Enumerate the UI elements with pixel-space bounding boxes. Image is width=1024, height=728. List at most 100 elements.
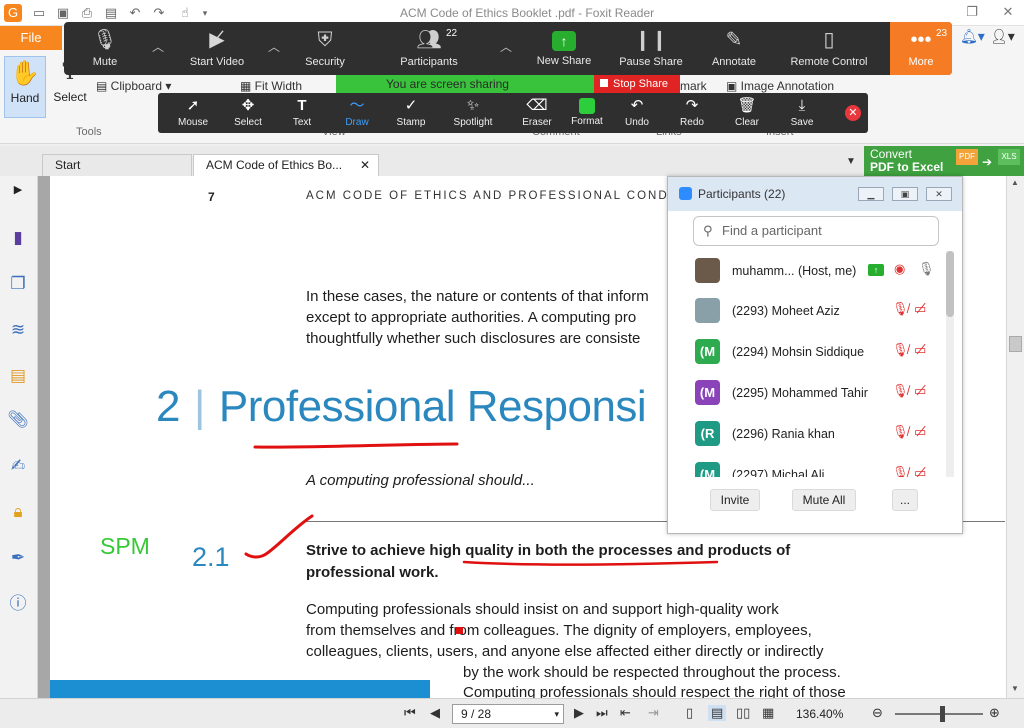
stop-square-icon: [600, 79, 608, 87]
restore-window-icon[interactable]: ❐: [962, 3, 982, 21]
annot-redo-button[interactable]: ↷ Redo: [665, 93, 719, 133]
redo-icon[interactable]: ↷: [150, 4, 168, 22]
participant-row[interactable]: muhamm... (Host, me) ↑ ◉ 🎙︎: [668, 251, 946, 291]
page-dropdown-chevron-icon[interactable]: ▾: [554, 705, 559, 723]
security-button[interactable]: ⛨ Security: [296, 22, 354, 75]
last-page-icon[interactable]: ⏭: [596, 705, 608, 721]
page-number-field[interactable]: 9 / 28 ▾: [452, 704, 564, 724]
security-lock-icon[interactable]: 🔒︎: [6, 500, 30, 524]
annot-text-button[interactable]: T Text: [275, 93, 329, 133]
scroll-thumb[interactable]: [1009, 336, 1022, 352]
zoom-slider-thumb[interactable]: [940, 706, 945, 722]
participants-chevron-icon[interactable]: ︿: [500, 38, 512, 55]
participant-row[interactable]: (M (2297) Michal Ali 🎙︎̸ ▭̸: [668, 455, 946, 477]
comments-panel-icon[interactable]: ▤: [6, 364, 30, 388]
pause-share-button[interactable]: ❙❙ Pause Share: [614, 22, 688, 75]
bell-icon[interactable]: 🔔︎▾: [960, 28, 985, 45]
annot-undo-label: Undo: [625, 117, 649, 128]
start-video-button[interactable]: ▶̸ Start Video: [182, 22, 252, 75]
annot-clear-button[interactable]: 🗑︎ Clear: [720, 93, 774, 133]
user-account-icon[interactable]: 👤︎▾: [990, 28, 1015, 45]
stop-share-button[interactable]: Stop Share: [594, 75, 680, 93]
annot-mouse-button[interactable]: ➚ Mouse: [166, 93, 220, 133]
tab-start[interactable]: Start: [42, 154, 192, 176]
continuous-page-icon[interactable]: ▤: [708, 705, 727, 721]
new-share-button[interactable]: ↑ New Share: [530, 22, 598, 75]
annot-stamp-button[interactable]: ✓ Stamp: [384, 93, 438, 133]
audio-options-chevron-icon[interactable]: ︿: [152, 38, 164, 55]
mute-button[interactable]: 🎙︎ Mute: [82, 22, 128, 75]
participant-row[interactable]: (M (2295) Mohammed Tahir 🎙︎̸ ▭̸: [668, 373, 946, 413]
annotate-button[interactable]: ✎ Annotate: [702, 22, 766, 75]
continuous-facing-icon[interactable]: ▦: [762, 705, 774, 721]
participant-row[interactable]: (2293) Moheet Aziz 🎙︎̸ ▭̸: [668, 291, 946, 331]
new-share-label: New Share: [536, 55, 592, 67]
participants-scrollbar[interactable]: [946, 251, 954, 477]
annot-eraser-button[interactable]: ⌫ Eraser: [510, 93, 564, 133]
video-options-chevron-icon[interactable]: ︿: [268, 38, 280, 55]
zoom-out-icon[interactable]: ⊖: [872, 705, 883, 721]
clipboard-button[interactable]: ▤ Clipboard ▾: [96, 79, 171, 93]
qa-menu-chevron-icon[interactable]: ▾: [196, 4, 214, 22]
bookmark-panel-icon[interactable]: ▮: [6, 226, 30, 250]
save-icon[interactable]: ▣: [54, 4, 72, 22]
convert-pdf-banner[interactable]: Convert PDF to Excel PDF ➔ XLS: [864, 146, 1024, 176]
tab-acm-document[interactable]: ACM Code of Ethics Bo... ✕: [193, 154, 379, 176]
layers-panel-icon[interactable]: ≋: [6, 318, 30, 342]
image-annotation-button[interactable]: ▣ Image Annotation: [726, 79, 834, 93]
vertical-scrollbar[interactable]: ▲ ▼: [1006, 176, 1024, 698]
close-annotation-icon[interactable]: ✕: [845, 105, 861, 121]
attachments-panel-icon[interactable]: 📎︎: [6, 408, 30, 432]
participant-search-input[interactable]: ⚲ Find a participant: [693, 216, 939, 246]
muted-mic-icon: 🎙︎̸: [892, 465, 909, 477]
undo-icon[interactable]: ↶: [126, 4, 144, 22]
tab-list-chevron-icon[interactable]: ▼: [846, 156, 856, 167]
more-options-button[interactable]: ...: [892, 489, 918, 511]
document-info-icon[interactable]: ⓘ: [6, 592, 30, 616]
close-panel-icon[interactable]: ✕: [926, 187, 952, 201]
mute-all-button[interactable]: Mute All: [792, 489, 856, 511]
signature-panel-icon[interactable]: ✍︎: [6, 454, 30, 478]
hand-dropdown-icon[interactable]: ☝: [176, 4, 194, 22]
zoom-in-icon[interactable]: ⊕: [989, 705, 1000, 721]
annot-draw-button[interactable]: 〜 Draw: [330, 93, 384, 133]
next-page-icon[interactable]: ▶: [574, 705, 584, 721]
annot-spotlight-button[interactable]: ✨︎ Spotlight: [446, 93, 500, 133]
close-tab-icon[interactable]: ✕: [360, 155, 370, 176]
annot-format-button[interactable]: Format: [560, 93, 614, 133]
microphone-icon[interactable]: 🎙︎: [918, 261, 935, 277]
participant-row[interactable]: (R (2296) Rania khan 🎙︎̸ ▭̸: [668, 414, 946, 454]
annot-select-button[interactable]: ✥ Select: [221, 93, 275, 133]
squiggle-icon: 〜: [349, 97, 365, 114]
invite-button[interactable]: Invite: [710, 489, 760, 511]
close-window-icon[interactable]: ✕: [998, 3, 1018, 21]
annot-save-button[interactable]: ⤓ Save: [775, 93, 829, 133]
previous-page-icon[interactable]: ◀: [430, 705, 440, 721]
participants-scroll-thumb[interactable]: [946, 251, 954, 317]
certificate-icon[interactable]: ✒: [6, 546, 30, 570]
view-icon[interactable]: ▤: [102, 4, 120, 22]
participant-name: (2293) Moheet Aziz: [732, 304, 840, 318]
single-page-icon[interactable]: ▯: [686, 705, 693, 721]
scroll-up-icon[interactable]: ▲: [1011, 178, 1019, 187]
facing-page-icon[interactable]: ▯▯: [736, 705, 750, 721]
participant-row[interactable]: (M (2294) Mohsin Siddique 🎙︎̸ ▭̸: [668, 332, 946, 372]
print-icon[interactable]: ⎙: [78, 4, 96, 22]
file-tab[interactable]: File: [0, 26, 62, 50]
remote-control-button[interactable]: ▯ Remote Control: [782, 22, 876, 75]
hand-tool-button[interactable]: ✋ Hand: [4, 56, 46, 118]
pages-panel-icon[interactable]: ❐: [6, 272, 30, 296]
popout-panel-icon[interactable]: ▣: [892, 187, 918, 201]
scroll-down-icon[interactable]: ▼: [1011, 684, 1019, 693]
open-folder-icon[interactable]: ▭: [30, 4, 48, 22]
bookmark-label: mark: [680, 79, 707, 93]
previous-view-icon[interactable]: ⇤: [620, 705, 631, 721]
annot-undo-button[interactable]: ↶ Undo: [610, 93, 664, 133]
zoom-slider-track[interactable]: [895, 713, 983, 715]
next-view-icon[interactable]: ⇥: [648, 705, 659, 721]
expand-panel-icon[interactable]: ▶: [6, 178, 30, 202]
minimize-panel-icon[interactable]: ▁: [858, 187, 884, 201]
first-page-icon[interactable]: ⏮: [404, 705, 416, 721]
fit-width-button[interactable]: ▦ Fit Width: [240, 79, 302, 93]
bookmark-button[interactable]: mark: [680, 79, 707, 93]
